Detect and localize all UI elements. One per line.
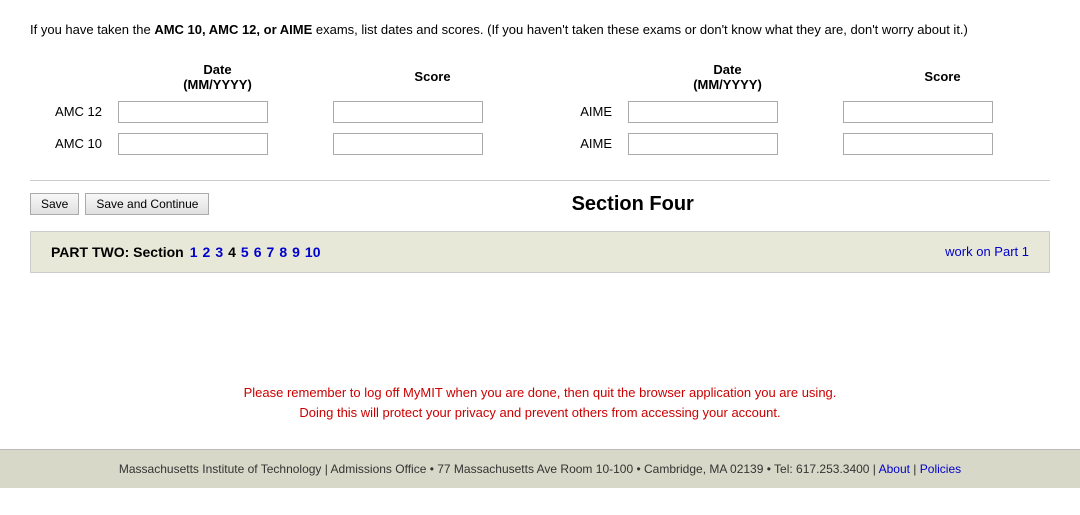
footer: Massachusetts Institute of Technology | … [0, 449, 1080, 488]
aime2-date-input[interactable] [628, 133, 778, 155]
aime2-score-input[interactable] [843, 133, 993, 155]
table-row: AMC 10 AIME [30, 128, 1050, 160]
exam-scores-table: Date (MM/YYYY) Score Date (MM/YYYY) Scor… [30, 58, 1050, 160]
spacer [30, 293, 1050, 353]
nav-bar: PART TWO: Section 1 2 3 4 5 6 7 8 9 10 w… [30, 231, 1050, 273]
nav-links: 1 2 3 4 5 6 7 8 9 10 [190, 244, 321, 260]
amc12-date-input[interactable] [118, 101, 268, 123]
left-score-header: Score [325, 58, 540, 96]
reminder-line2: Doing this will protect your privacy and… [30, 403, 1050, 424]
footer-pipe: | [913, 462, 916, 476]
policies-link[interactable]: Policies [920, 462, 961, 476]
nav-page-1[interactable]: 1 [190, 244, 198, 260]
nav-page-5[interactable]: 5 [241, 244, 249, 260]
footer-text: Massachusetts Institute of Technology | … [119, 462, 876, 476]
table-row: AMC 12 AIME [30, 96, 1050, 128]
work-on-part-link[interactable]: work on Part 1 [945, 244, 1029, 259]
intro-text: If you have taken the AMC 10, AMC 12, or… [30, 20, 1050, 40]
amc10-label: AMC 10 [30, 128, 110, 160]
left-date-header: Date (MM/YYYY) [110, 58, 325, 96]
part-two-label: PART TWO: Section [51, 244, 184, 260]
aime1-score-input[interactable] [843, 101, 993, 123]
nav-page-3[interactable]: 3 [215, 244, 223, 260]
nav-page-6[interactable]: 6 [254, 244, 262, 260]
reminder-section: Please remember to log off MyMIT when yo… [30, 383, 1050, 425]
section-title: Section Four [215, 193, 1050, 216]
amc10-date-input[interactable] [118, 133, 268, 155]
divider [30, 180, 1050, 181]
nav-part-label: PART TWO: Section 1 2 3 4 5 6 7 8 9 10 [51, 244, 320, 260]
action-row: Save Save and Continue Section Four [30, 193, 1050, 216]
nav-page-7[interactable]: 7 [267, 244, 275, 260]
nav-page-9[interactable]: 9 [292, 244, 300, 260]
save-continue-button[interactable]: Save and Continue [85, 193, 209, 215]
nav-page-4-plain: 4 [228, 244, 236, 260]
aime2-label: AIME [540, 128, 620, 160]
aime1-label: AIME [540, 96, 620, 128]
save-button[interactable]: Save [30, 193, 79, 215]
amc12-score-input[interactable] [333, 101, 483, 123]
about-link[interactable]: About [879, 462, 910, 476]
right-date-header: Date (MM/YYYY) [620, 58, 835, 96]
nav-page-10[interactable]: 10 [305, 244, 321, 260]
reminder-line1: Please remember to log off MyMIT when yo… [30, 383, 1050, 404]
right-score-header: Score [835, 58, 1050, 96]
nav-page-8[interactable]: 8 [279, 244, 287, 260]
aime1-date-input[interactable] [628, 101, 778, 123]
amc12-label: AMC 12 [30, 96, 110, 128]
amc10-score-input[interactable] [333, 133, 483, 155]
nav-page-2[interactable]: 2 [203, 244, 211, 260]
